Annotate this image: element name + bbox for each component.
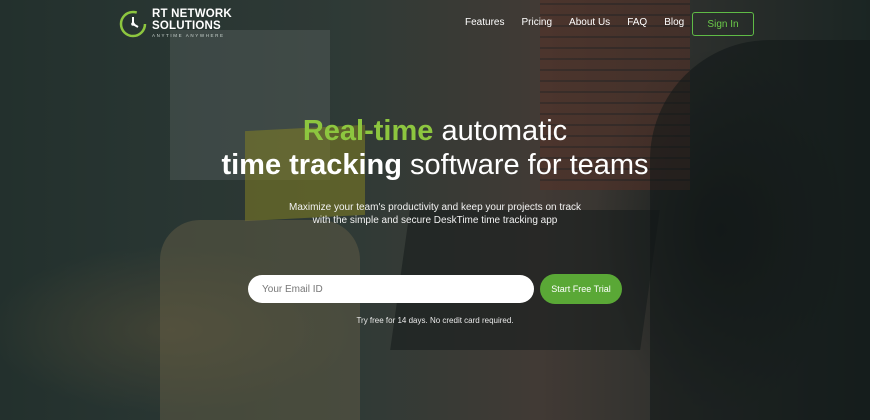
headline2-rest: software for teams bbox=[410, 149, 649, 181]
nav-menu: Features Pricing About Us FAQ Blog bbox=[465, 17, 701, 28]
trial-note: Try free for 14 days. No credit card req… bbox=[356, 316, 514, 325]
clock-logo-icon bbox=[119, 10, 147, 38]
hero-section: RT NETWORK SOLUTIONS ANYTIME ANYWHERE Fe… bbox=[0, 0, 870, 420]
headline2-bold: time tracking bbox=[221, 149, 402, 181]
nav-item-features[interactable]: Features bbox=[465, 17, 504, 28]
nav-item-blog[interactable]: Blog bbox=[664, 17, 684, 28]
email-input[interactable] bbox=[248, 275, 534, 303]
hero-subtitle: Maximize your team's productivity and ke… bbox=[285, 201, 585, 227]
start-free-trial-button[interactable]: Start Free Trial bbox=[540, 274, 622, 304]
brand-tagline: ANYTIME ANYWHERE bbox=[152, 33, 225, 39]
nav-item-about-us[interactable]: About Us bbox=[569, 17, 610, 28]
nav-item-pricing[interactable]: Pricing bbox=[521, 17, 552, 28]
subtitle-line2: with the simple and secure DeskTime time… bbox=[312, 215, 558, 226]
brand-name-line2: SOLUTIONS bbox=[152, 19, 221, 32]
hero-headline-line1: Real-time automatic bbox=[0, 114, 870, 148]
top-navigation: RT NETWORK SOLUTIONS ANYTIME ANYWHERE Fe… bbox=[0, 0, 870, 46]
sign-in-button[interactable]: Sign In bbox=[692, 12, 754, 36]
subtitle-line1: Maximize your team's productivity and ke… bbox=[288, 202, 582, 213]
headline-highlight: Real-time bbox=[302, 115, 434, 147]
headline-rest: automatic bbox=[441, 115, 568, 147]
hero-headline-line2: time tracking software for teams bbox=[0, 148, 870, 182]
brand-logo[interactable]: RT NETWORK SOLUTIONS ANYTIME ANYWHERE bbox=[118, 8, 238, 40]
nav-item-faq[interactable]: FAQ bbox=[627, 17, 647, 28]
hero-content: Real-time automatic time tracking softwa… bbox=[0, 0, 870, 420]
